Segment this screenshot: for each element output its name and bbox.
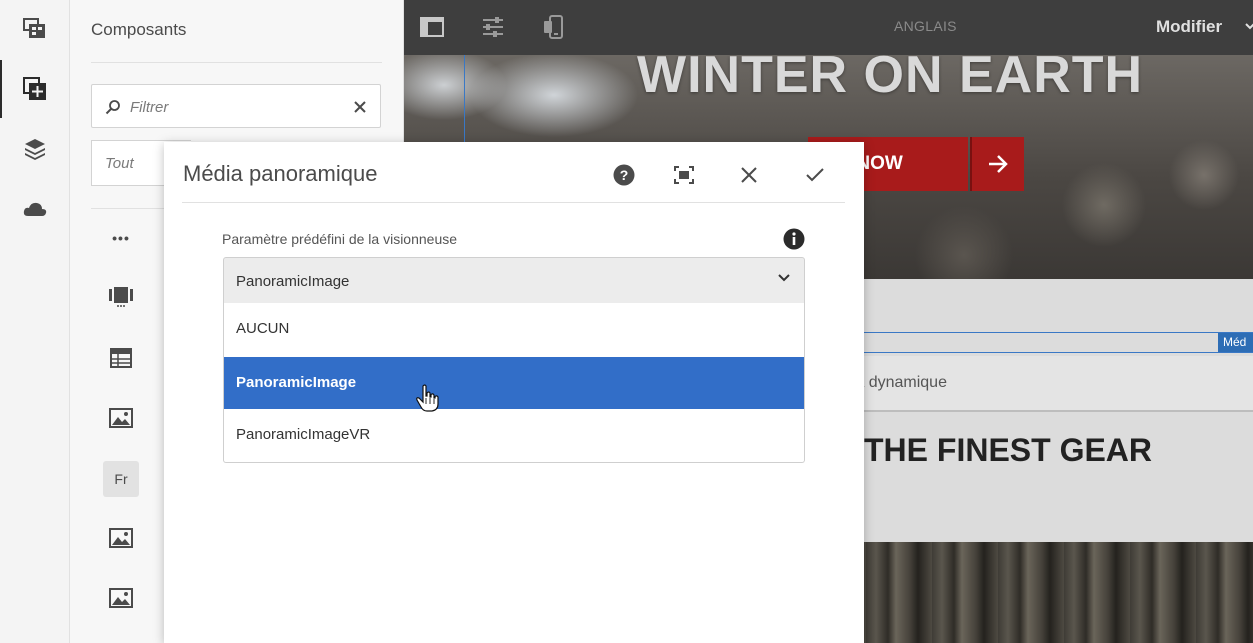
- content-tree-button[interactable]: [0, 120, 70, 178]
- panoramic-media-dialog: Média panoramique ? Paramètre prédéfini …: [164, 142, 864, 643]
- assets-icon: [23, 18, 45, 38]
- more-icon[interactable]: •••: [103, 220, 139, 256]
- component-image-2[interactable]: [103, 520, 139, 556]
- search-icon: [105, 100, 120, 115]
- side-panel-icon[interactable]: [420, 17, 444, 37]
- layers-icon: [25, 139, 45, 160]
- viewer-preset-label: Paramètre prédéfini de la visionneuse: [222, 231, 458, 247]
- viewer-preset-select[interactable]: PanoramicImage: [223, 257, 805, 304]
- option-panoramic-image[interactable]: PanoramicImage: [224, 357, 804, 409]
- svg-text:?: ?: [620, 167, 629, 183]
- editor-toolbar: ANGLAIS Modifier: [404, 0, 1253, 55]
- done-icon: [806, 168, 824, 182]
- mode-selector[interactable]: Modifier: [1156, 17, 1222, 37]
- component-carousel[interactable]: [103, 278, 139, 314]
- component-image-3[interactable]: [103, 580, 139, 616]
- arrow-right-icon: [989, 155, 1008, 173]
- cloud-icon: [23, 202, 47, 216]
- assets-button[interactable]: [0, 0, 70, 58]
- help-button[interactable]: ?: [604, 158, 644, 192]
- divider: [91, 62, 382, 63]
- dialog-divider: [182, 202, 845, 203]
- emulator-icon[interactable]: [543, 15, 567, 39]
- components-button[interactable]: [0, 60, 70, 118]
- side-rail: [0, 0, 70, 643]
- close-icon: [741, 167, 757, 183]
- component-image[interactable]: [103, 400, 139, 436]
- component-tag[interactable]: Méd: [1218, 333, 1253, 352]
- option-panoramic-image-vr[interactable]: PanoramicImageVR: [224, 409, 804, 461]
- viewer-preset-options: AUCUN PanoramicImage PanoramicImageVR: [223, 303, 805, 463]
- properties-icon[interactable]: [481, 16, 505, 38]
- table-icon: [110, 348, 132, 368]
- dialog-title: Média panoramique: [183, 161, 378, 186]
- text-icon[interactable]: Fr: [103, 461, 139, 497]
- help-icon: ?: [613, 164, 635, 186]
- chevron-down-icon[interactable]: [1245, 23, 1253, 30]
- image-icon: [109, 408, 133, 428]
- image-icon: [109, 588, 133, 608]
- component-table[interactable]: [103, 340, 139, 376]
- image-icon: [109, 528, 133, 548]
- carousel-icon: [109, 287, 133, 307]
- group-select-value: Tout: [105, 155, 134, 172]
- clear-icon[interactable]: [354, 101, 366, 113]
- cloud-button[interactable]: [0, 180, 70, 238]
- language-label: ANGLAIS: [894, 18, 957, 34]
- option-aucun[interactable]: AUCUN: [224, 303, 804, 355]
- components-icon: [23, 77, 46, 100]
- viewer-preset-value: PanoramicImage: [236, 273, 350, 290]
- filter-field: [91, 84, 381, 129]
- fullscreen-button[interactable]: [664, 158, 704, 192]
- hero-title: WINTER ON EARTH: [637, 55, 1144, 104]
- close-button[interactable]: [729, 158, 769, 192]
- chevron-down-icon: [778, 274, 790, 282]
- section-heading: THE FINEST GEAR: [864, 432, 1153, 468]
- shop-arrow-button[interactable]: [970, 137, 1024, 191]
- info-icon[interactable]: [783, 228, 805, 250]
- hand-cursor-icon: [416, 384, 439, 412]
- filter-input[interactable]: [128, 85, 332, 129]
- selection-guide: [464, 55, 465, 145]
- done-button[interactable]: [795, 158, 835, 192]
- fullscreen-icon: [674, 166, 694, 184]
- panel-title: Composants: [91, 20, 187, 39]
